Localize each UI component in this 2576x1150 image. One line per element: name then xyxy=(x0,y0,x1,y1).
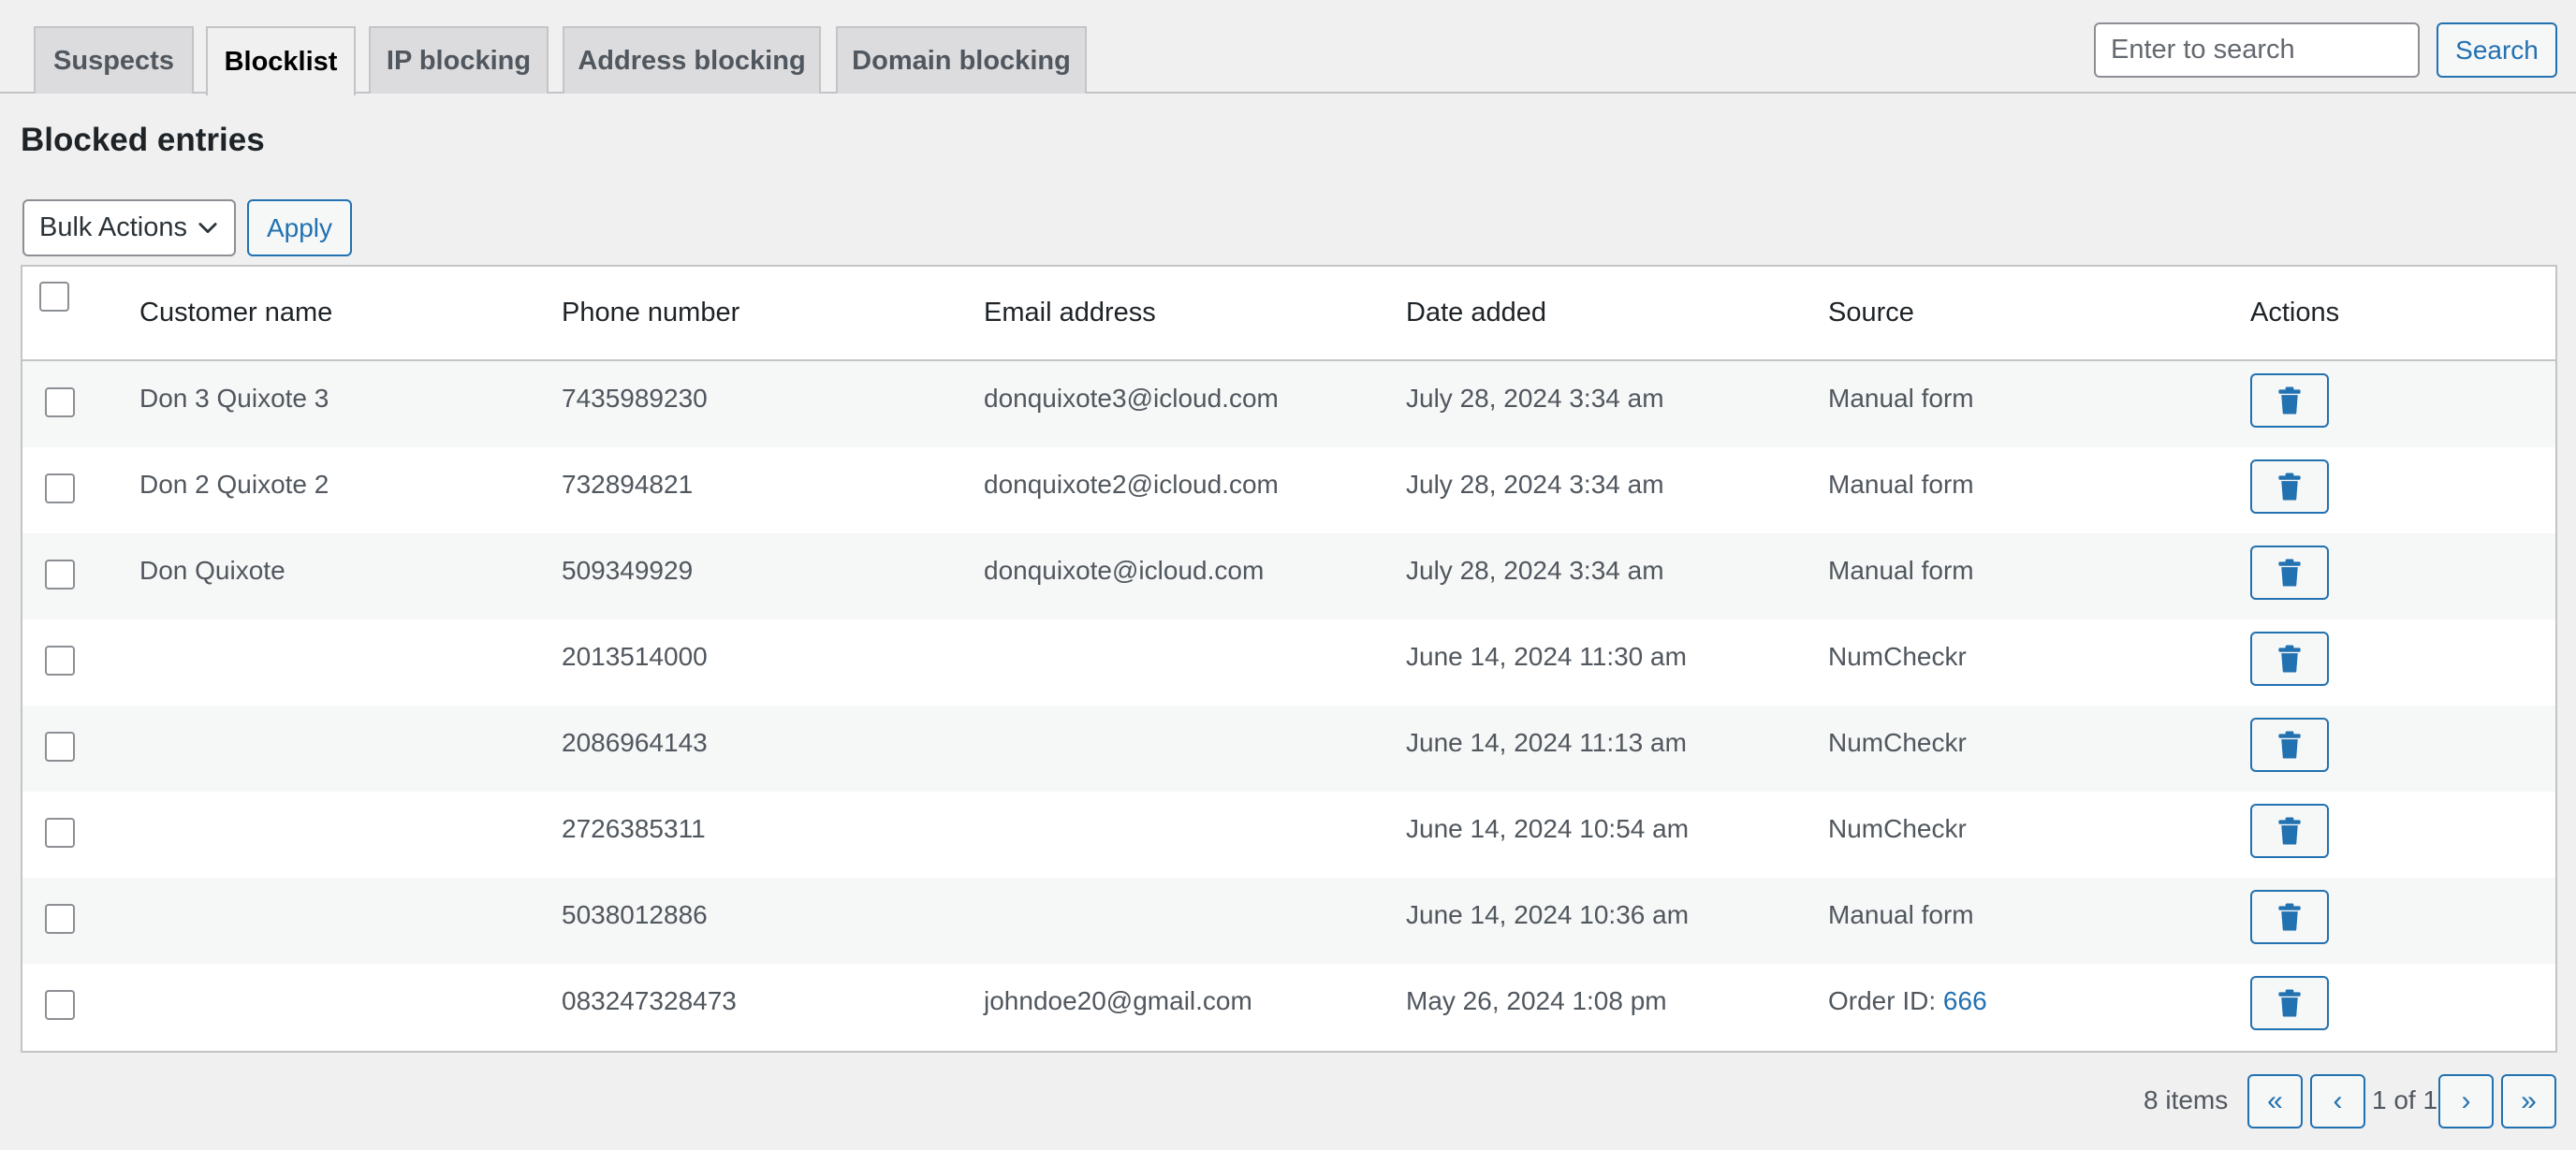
column-date-added: Date added xyxy=(1406,298,1546,328)
source-label: Order ID: xyxy=(1828,986,1943,1015)
row-checkbox[interactable] xyxy=(45,990,75,1020)
cell-phone-number: 2726385311 xyxy=(562,814,706,843)
row-checkbox[interactable] xyxy=(45,646,75,676)
row-checkbox[interactable] xyxy=(45,560,75,590)
cell-customer-name: Don 3 Quixote 3 xyxy=(139,384,329,413)
cell-phone-number: 083247328473 xyxy=(562,986,737,1015)
column-phone-number: Phone number xyxy=(562,298,740,328)
cell-source: NumCheckr xyxy=(1828,814,1967,844)
table-row: 083247328473 johndoe20@gmail.com May 26, 2… xyxy=(22,964,2555,1050)
select-all-checkbox[interactable] xyxy=(39,282,69,312)
bulk-actions-select[interactable]: Bulk Actions xyxy=(22,199,236,256)
source-label: Manual form xyxy=(1828,384,1974,413)
trash-icon xyxy=(2278,817,2301,845)
cell-source: Manual form xyxy=(1828,556,1974,586)
tab-ip-blocking[interactable]: IP blocking xyxy=(369,26,549,94)
trash-icon xyxy=(2278,731,2301,759)
table-row: 5038012886 June 14, 2024 10:36 am Manual f… xyxy=(22,878,2555,964)
cell-date-added: June 14, 2024 10:36 am xyxy=(1406,900,1690,929)
cell-date-added: July 28, 2024 3:34 am xyxy=(1406,384,1664,413)
column-email-address: Email address xyxy=(984,298,1156,328)
last-page-button[interactable]: » xyxy=(2501,1074,2556,1128)
cell-phone-number: 2013514000 xyxy=(562,642,708,671)
chevron-down-icon xyxy=(198,223,217,234)
tab-domain-blocking[interactable]: Domain blocking xyxy=(836,26,1087,94)
cell-date-added: May 26, 2024 1:08 pm xyxy=(1406,986,1667,1015)
source-label: Manual form xyxy=(1828,900,1974,929)
delete-button[interactable] xyxy=(2250,546,2329,600)
cell-customer-name: Don 2 Quixote 2 xyxy=(139,470,329,499)
table-row: 2013514000 June 14, 2024 11:30 am NumCheck… xyxy=(22,619,2555,706)
cell-source: Manual form xyxy=(1828,384,1974,414)
trash-icon xyxy=(2278,559,2301,587)
table-row: Don 3 Quixote 3 7435989230 donquixote3@icl… xyxy=(22,361,2555,447)
column-source: Source xyxy=(1828,298,1914,328)
cell-email-address: donquixote2@icloud.com xyxy=(984,470,1279,499)
source-label: NumCheckr xyxy=(1828,814,1967,843)
cell-source: Manual form xyxy=(1828,900,1974,930)
trash-icon xyxy=(2278,386,2301,415)
row-checkbox[interactable] xyxy=(45,732,75,762)
delete-button[interactable] xyxy=(2250,890,2329,944)
items-count: 8 items xyxy=(2144,1085,2229,1114)
bulk-actions-label: Bulk Actions xyxy=(39,212,187,242)
cell-date-added: June 14, 2024 11:30 am xyxy=(1406,642,1687,671)
blocklist-table: Customer name Phone number Email address… xyxy=(21,265,2557,1053)
table-row: 2726385311 June 14, 2024 10:54 am NumCheck… xyxy=(22,792,2555,878)
cell-email-address: donquixote3@icloud.com xyxy=(984,384,1279,413)
cell-source: NumCheckr xyxy=(1828,642,1967,672)
cell-phone-number: 5038012886 xyxy=(562,900,708,929)
first-page-button[interactable]: « xyxy=(2247,1074,2303,1128)
cell-email-address: johndoe20@gmail.com xyxy=(984,986,1252,1015)
cell-customer-name: Don Quixote xyxy=(139,556,285,585)
search-button[interactable]: Search xyxy=(2437,22,2557,78)
delete-button[interactable] xyxy=(2250,632,2329,686)
tab-blocklist[interactable]: Blocklist xyxy=(206,26,356,95)
source-label: Manual form xyxy=(1828,470,1974,499)
delete-button[interactable] xyxy=(2250,976,2329,1030)
source-label: NumCheckr xyxy=(1828,728,1967,757)
page-info: 1 of 1 xyxy=(2372,1085,2438,1114)
trash-icon xyxy=(2278,473,2301,501)
search-input[interactable] xyxy=(2094,22,2420,78)
row-checkbox[interactable] xyxy=(45,473,75,503)
row-checkbox[interactable] xyxy=(45,904,75,934)
cell-source: Order ID: 666 xyxy=(1828,986,1987,1016)
page-title: Blocked entries xyxy=(21,122,265,158)
cell-phone-number: 2086964143 xyxy=(562,728,708,757)
row-checkbox[interactable] xyxy=(45,818,75,848)
column-customer-name: Customer name xyxy=(139,298,333,328)
tab-suspects[interactable]: Suspects xyxy=(34,26,194,94)
cell-date-added: July 28, 2024 3:34 am xyxy=(1406,470,1664,499)
source-label: NumCheckr xyxy=(1828,642,1967,671)
table-row: 2086964143 June 14, 2024 11:13 am NumCheck… xyxy=(22,706,2555,792)
cell-date-added: June 14, 2024 10:54 am xyxy=(1406,814,1690,843)
table-row: Don Quixote 509349929 donquixote@icloud.co… xyxy=(22,533,2555,619)
order-link[interactable]: 666 xyxy=(1943,986,1987,1015)
cell-source: NumCheckr xyxy=(1828,728,1967,758)
delete-button[interactable] xyxy=(2250,459,2329,514)
delete-button[interactable] xyxy=(2250,718,2329,772)
cell-source: Manual form xyxy=(1828,470,1974,500)
cell-phone-number: 732894821 xyxy=(562,470,694,499)
row-checkbox[interactable] xyxy=(45,387,75,417)
next-page-button[interactable]: › xyxy=(2438,1074,2494,1128)
cell-date-added: June 14, 2024 11:13 am xyxy=(1406,728,1687,757)
table-row: Don 2 Quixote 2 732894821 donquixote2@iclo… xyxy=(22,447,2555,533)
delete-button[interactable] xyxy=(2250,804,2329,858)
column-actions: Actions xyxy=(2250,298,2340,328)
cell-date-added: July 28, 2024 3:34 am xyxy=(1406,556,1664,585)
cell-email-address: donquixote@icloud.com xyxy=(984,556,1265,585)
source-label: Manual form xyxy=(1828,556,1974,585)
delete-button[interactable] xyxy=(2250,373,2329,428)
apply-button[interactable]: Apply xyxy=(247,199,352,256)
cell-phone-number: 509349929 xyxy=(562,556,694,585)
trash-icon xyxy=(2278,645,2301,673)
cell-phone-number: 7435989230 xyxy=(562,384,708,413)
trash-icon xyxy=(2278,903,2301,931)
trash-icon xyxy=(2278,989,2301,1017)
table-header: Customer name Phone number Email address… xyxy=(22,267,2555,361)
prev-page-button[interactable]: ‹ xyxy=(2310,1074,2365,1128)
tab-address-blocking[interactable]: Address blocking xyxy=(563,26,821,94)
